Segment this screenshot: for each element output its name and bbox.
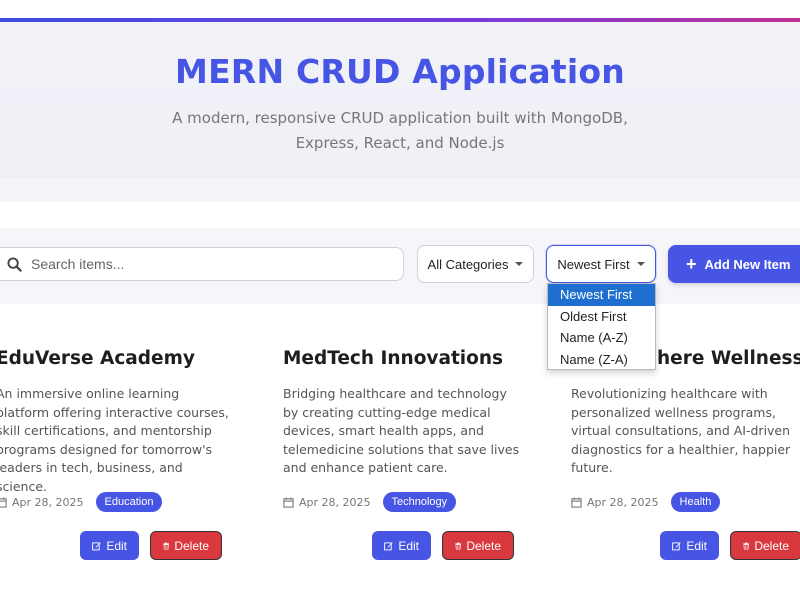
- delete-button[interactable]: Delete: [150, 531, 222, 560]
- item-date-text: Apr 28, 2025: [587, 495, 659, 509]
- item-title: here Wellness: [657, 348, 800, 369]
- add-item-button[interactable]: + Add New Item: [668, 245, 800, 283]
- edit-icon: [92, 541, 101, 550]
- item-description: Bridging healthcare and technology by cr…: [283, 386, 520, 476]
- add-item-label: Add New Item: [704, 256, 791, 272]
- plus-icon: +: [686, 254, 697, 274]
- category-badge: Technology: [382, 492, 457, 512]
- edit-icon: [384, 541, 393, 550]
- hero-divider-band: [0, 178, 800, 202]
- item-date: Apr 28, 2025: [571, 496, 659, 509]
- sort-dropdown-list: Newest First Oldest First Name (A-Z) Nam…: [547, 283, 656, 370]
- calendar-icon: [0, 496, 7, 508]
- item-meta: Apr 28, 2025 Technology: [283, 492, 457, 512]
- trash-icon: [455, 542, 462, 549]
- item-actions: Edit Delete: [372, 531, 514, 560]
- item-actions: Edit Delete: [660, 531, 800, 560]
- trash-icon: [163, 542, 170, 549]
- sort-select[interactable]: Newest First: [546, 245, 656, 283]
- item-date-text: Apr 28, 2025: [12, 495, 84, 509]
- sort-option-name-asc[interactable]: Name (A-Z): [548, 327, 655, 349]
- category-select-label: All Categories: [427, 256, 509, 272]
- caret-down-icon: [636, 262, 645, 266]
- delete-label: Delete: [754, 538, 789, 553]
- delete-label: Delete: [174, 538, 209, 553]
- edit-label: Edit: [686, 538, 707, 553]
- page-title: MERN CRUD Application: [175, 52, 625, 91]
- sort-option-name-desc[interactable]: Name (Z-A): [548, 349, 655, 371]
- sort-option-oldest[interactable]: Oldest First: [548, 306, 655, 328]
- calendar-icon: [571, 496, 582, 508]
- search-icon: [5, 255, 23, 273]
- edit-button[interactable]: Edit: [372, 531, 431, 560]
- item-actions: Edit Delete: [80, 531, 222, 560]
- edit-label: Edit: [398, 538, 419, 553]
- item-card: EduVerse Academy An immersive online lea…: [0, 330, 256, 600]
- item-date: Apr 28, 2025: [0, 496, 84, 509]
- sort-select-label: Newest First: [557, 256, 630, 272]
- search-box[interactable]: [0, 247, 404, 281]
- category-select[interactable]: All Categories: [417, 245, 534, 283]
- item-date-text: Apr 28, 2025: [299, 495, 371, 509]
- item-title: EduVerse Academy: [0, 348, 195, 369]
- item-description: An immersive online learning platform of…: [0, 386, 229, 494]
- item-description: Revolutionizing healthcare with personal…: [571, 386, 791, 476]
- item-title: MedTech Innovations: [283, 348, 504, 369]
- calendar-icon: [283, 496, 294, 508]
- edit-label: Edit: [106, 538, 127, 553]
- category-badge: Education: [95, 492, 163, 512]
- page-subtitle: A modern, responsive CRUD application bu…: [172, 109, 628, 152]
- item-card: here Wellness Revolutionizing healthcare…: [571, 330, 800, 600]
- edit-button[interactable]: Edit: [80, 531, 139, 560]
- item-meta: Apr 28, 2025 Education: [0, 492, 163, 512]
- search-input[interactable]: [31, 256, 391, 272]
- item-card: MedTech Innovations Bridging healthcare …: [283, 330, 543, 600]
- hero-accent-bar: [0, 18, 800, 22]
- caret-down-icon: [515, 262, 524, 266]
- app-page: MERN CRUD Application A modern, responsi…: [0, 0, 800, 600]
- sort-option-newest[interactable]: Newest First: [548, 284, 655, 306]
- delete-label: Delete: [466, 538, 501, 553]
- trash-icon: [743, 542, 750, 549]
- item-date: Apr 28, 2025: [283, 496, 371, 509]
- edit-icon: [672, 541, 681, 550]
- delete-button[interactable]: Delete: [442, 531, 514, 560]
- category-badge: Health: [670, 492, 721, 512]
- edit-button[interactable]: Edit: [660, 531, 719, 560]
- delete-button[interactable]: Delete: [730, 531, 800, 560]
- item-meta: Apr 28, 2025 Health: [571, 492, 721, 512]
